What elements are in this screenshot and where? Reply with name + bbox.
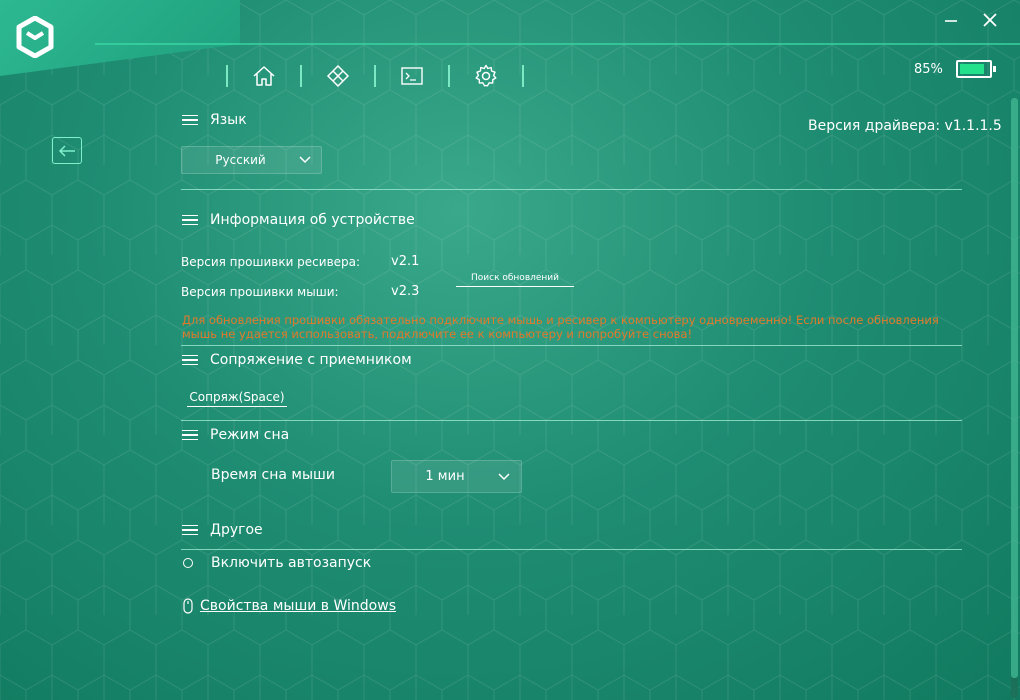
arrow-left-icon	[58, 144, 75, 157]
nav-separator	[522, 65, 524, 87]
section-device-info-title: Информация об устройстве	[210, 212, 415, 228]
gear-icon	[475, 64, 497, 87]
sleep-time-select-value: 1 мин	[425, 469, 465, 484]
nav-macro[interactable]	[376, 62, 448, 90]
scrollbar[interactable]	[1011, 98, 1018, 698]
scrollbar-thumb[interactable]	[1011, 98, 1018, 678]
menu-lines-icon	[182, 429, 198, 441]
back-button[interactable]	[52, 137, 82, 164]
mouse-fw-value: v2.3	[391, 284, 420, 299]
close-button[interactable]	[979, 10, 1001, 32]
section-device-info-header: Информация об устройстве	[182, 212, 415, 228]
nav-settings[interactable]	[450, 62, 522, 90]
section-sleep-title: Режим сна	[210, 427, 290, 443]
section-language-title: Язык	[210, 112, 247, 128]
divider	[181, 189, 962, 190]
section-language-header: Язык	[182, 112, 247, 128]
menu-lines-icon	[182, 354, 198, 366]
pair-button[interactable]: Сопряж(Space)	[187, 390, 287, 407]
menu-lines-icon	[182, 524, 198, 536]
autostart-checkbox[interactable]	[183, 558, 193, 568]
hex-pattern-background	[0, 0, 1020, 700]
diamond-grid-icon	[326, 64, 350, 88]
mouse-fw-label: Версия прошивки мыши:	[181, 285, 339, 299]
minimize-icon	[945, 20, 957, 22]
autostart-label: Включить автозапуск	[211, 555, 372, 571]
nav-home[interactable]	[228, 62, 300, 90]
driver-version: Версия драйвера: v1.1.1.5	[808, 118, 1002, 134]
chevron-down-icon	[498, 472, 510, 480]
section-other-title: Другое	[210, 522, 263, 538]
menu-lines-icon	[182, 214, 198, 226]
menu-lines-icon	[182, 114, 198, 126]
mouse-icon	[183, 598, 193, 614]
battery-level-fill	[960, 64, 984, 74]
language-select-value: Русский	[215, 153, 266, 167]
minimize-button[interactable]	[940, 10, 962, 32]
app-logo	[16, 16, 54, 58]
terminal-icon	[401, 67, 423, 85]
top-nav	[226, 62, 524, 90]
close-icon	[983, 13, 997, 27]
check-updates-button[interactable]: Поиск обновлений	[456, 273, 574, 287]
sleep-time-select[interactable]: 1 мин	[391, 460, 522, 493]
divider	[181, 420, 962, 421]
section-other-header: Другое	[182, 522, 263, 538]
mouse-properties-link[interactable]: Свойства мыши в Windows	[200, 598, 396, 614]
section-pairing-header: Сопряжение с приемником	[182, 352, 412, 368]
divider	[181, 345, 962, 346]
divider	[181, 549, 962, 550]
battery-percent: 85%	[914, 62, 943, 77]
sleep-time-label: Время сна мыши	[211, 467, 335, 483]
home-icon	[253, 66, 275, 86]
firmware-warning-text: Для обновления прошивки обязательно подк…	[182, 313, 939, 341]
chevron-down-icon	[299, 156, 311, 164]
language-select[interactable]: Русский	[181, 146, 322, 174]
section-pairing-title: Сопряжение с приемником	[210, 352, 412, 368]
receiver-fw-label: Версия прошивки ресивера:	[181, 255, 361, 269]
battery-icon	[956, 60, 996, 78]
mouse-properties-link-row: Свойства мыши в Windows	[183, 598, 396, 614]
header-accent-line	[95, 43, 1020, 45]
nav-keys[interactable]	[302, 62, 374, 90]
section-sleep-header: Режим сна	[182, 427, 289, 443]
receiver-fw-value: v2.1	[391, 254, 420, 269]
